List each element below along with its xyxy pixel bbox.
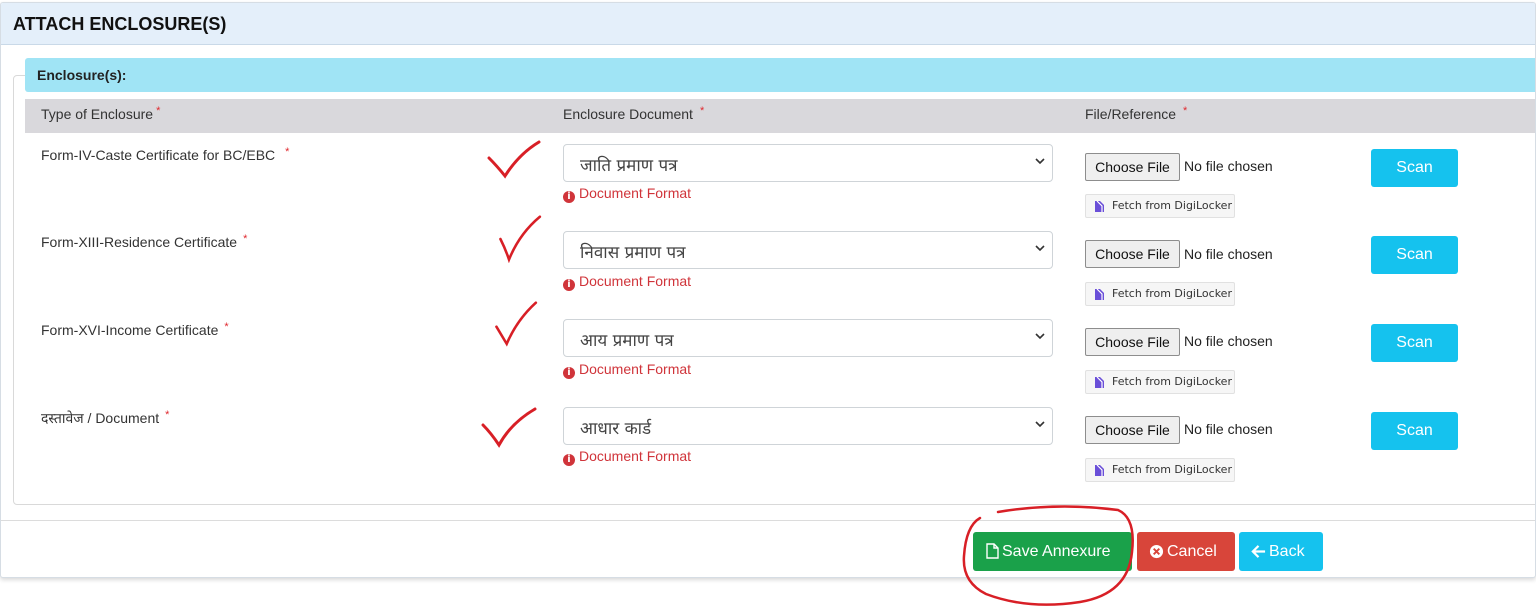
enclosure-document-select[interactable]: निवास प्रमाण पत्र: [563, 231, 1053, 269]
page-title: ATTACH ENCLOSURE(S): [13, 14, 227, 34]
file-status-text: No file chosen: [1184, 421, 1273, 437]
enclosure-type-text: दस्तावेज / Document: [41, 410, 160, 426]
required-mark: *: [285, 146, 290, 158]
footer-divider: [1, 520, 1535, 521]
select-value: आधार कार्ड: [580, 419, 652, 439]
select-value: जाति प्रमाण पत्र: [580, 156, 678, 176]
chevron-down-icon: [1035, 158, 1045, 165]
choose-file-button[interactable]: Choose File: [1085, 153, 1180, 181]
enclosure-document-select[interactable]: आय प्रमाण पत्र: [563, 319, 1053, 357]
enclosure-type-text: Form-XIII-Residence Certificate: [41, 234, 238, 250]
info-circle-icon: i: [563, 279, 575, 291]
column-header-document-label: Enclosure Document: [563, 106, 693, 122]
required-mark: *: [165, 409, 170, 421]
info-circle-icon: i: [563, 191, 575, 203]
column-header-file-label: File/Reference: [1085, 106, 1177, 122]
select-value: निवास प्रमाण पत्र: [580, 243, 686, 263]
select-value: आय प्रमाण पत्र: [580, 331, 674, 351]
column-header-file: File/Reference *: [1085, 105, 1188, 122]
red-checkmark-annotation: [485, 136, 545, 184]
fetch-digilocker-button[interactable]: Fetch from DigiLocker: [1085, 370, 1235, 394]
document-format-label: Document Format: [579, 273, 692, 289]
file-status-text: No file chosen: [1184, 333, 1273, 349]
table-header: Type of Enclosure * Enclosure Document * F…: [25, 99, 1535, 133]
digilocker-label: Fetch from DigiLocker: [1112, 463, 1232, 476]
save-annexure-button[interactable]: Save Annexure: [973, 532, 1132, 571]
column-header-type-label: Type of Enclosure: [41, 106, 154, 122]
document-format-link[interactable]: i Document Format: [563, 448, 691, 466]
arrow-left-icon: [1251, 545, 1266, 558]
fetch-digilocker-button[interactable]: Fetch from DigiLocker: [1085, 194, 1235, 218]
digilocker-icon: [1095, 464, 1104, 476]
document-icon: [986, 543, 999, 559]
enclosure-document-select[interactable]: आधार कार्ड: [563, 407, 1053, 445]
back-button[interactable]: Back: [1239, 532, 1323, 571]
enclosure-type-label: Form-IV-Caste Certificate for BC/EBC *: [41, 146, 290, 163]
digilocker-label: Fetch from DigiLocker: [1112, 199, 1232, 212]
choose-file-button[interactable]: Choose File: [1085, 240, 1180, 268]
times-circle-icon: [1149, 544, 1164, 559]
save-annexure-label: Save Annexure: [1002, 543, 1111, 560]
document-format-link[interactable]: i Document Format: [563, 361, 691, 379]
info-circle-icon: i: [563, 367, 575, 379]
document-format-label: Document Format: [579, 185, 692, 201]
enclosure-type-label: Form-XIII-Residence Certificate *: [41, 233, 248, 250]
choose-file-button[interactable]: Choose File: [1085, 328, 1180, 356]
chevron-down-icon: [1035, 333, 1045, 340]
scan-button[interactable]: Scan: [1371, 324, 1458, 362]
required-mark: *: [1183, 105, 1188, 117]
info-circle-icon: i: [563, 454, 575, 466]
red-checkmark-annotation: [487, 301, 547, 349]
document-format-link[interactable]: i Document Format: [563, 273, 691, 291]
column-header-type: Type of Enclosure *: [41, 105, 161, 122]
scan-button[interactable]: Scan: [1371, 236, 1458, 274]
digilocker-label: Fetch from DigiLocker: [1112, 287, 1232, 300]
enclosure-type-label: दस्तावेज / Document *: [41, 409, 169, 428]
cancel-label: Cancel: [1167, 543, 1217, 560]
digilocker-icon: [1095, 200, 1104, 212]
cancel-button[interactable]: Cancel: [1137, 532, 1235, 571]
required-mark: *: [156, 105, 161, 117]
red-checkmark-annotation: [481, 403, 541, 451]
enclosure-type-label: Form-XVI-Income Certificate *: [41, 321, 229, 338]
fetch-digilocker-button[interactable]: Fetch from DigiLocker: [1085, 458, 1235, 482]
enclosure-document-select[interactable]: जाति प्रमाण पत्र: [563, 144, 1053, 182]
choose-file-button[interactable]: Choose File: [1085, 416, 1180, 444]
fetch-digilocker-button[interactable]: Fetch from DigiLocker: [1085, 282, 1235, 306]
document-format-link[interactable]: i Document Format: [563, 185, 691, 203]
file-status-text: No file chosen: [1184, 158, 1273, 174]
attach-enclosures-card: ATTACH ENCLOSURE(S) Enclosure(s): Type o…: [0, 2, 1536, 578]
digilocker-icon: [1095, 376, 1104, 388]
enclosure-type-text: Form-IV-Caste Certificate for BC/EBC: [41, 147, 276, 163]
scan-button[interactable]: Scan: [1371, 412, 1458, 450]
card-header: ATTACH ENCLOSURE(S): [1, 3, 1535, 45]
chevron-down-icon: [1035, 421, 1045, 428]
column-header-document: Enclosure Document *: [563, 105, 705, 122]
document-format-label: Document Format: [579, 361, 692, 377]
required-mark: *: [243, 233, 248, 245]
digilocker-icon: [1095, 288, 1104, 300]
enclosure-type-text: Form-XVI-Income Certificate: [41, 322, 219, 338]
red-checkmark-annotation: [491, 215, 551, 264]
digilocker-label: Fetch from DigiLocker: [1112, 375, 1232, 388]
chevron-down-icon: [1035, 245, 1045, 252]
required-mark: *: [224, 321, 229, 333]
scan-button[interactable]: Scan: [1371, 149, 1458, 187]
panel-heading-label: Enclosure(s):: [37, 67, 127, 83]
panel-heading: Enclosure(s):: [25, 58, 1535, 92]
file-status-text: No file chosen: [1184, 246, 1273, 262]
required-mark: *: [699, 105, 705, 117]
back-label: Back: [1269, 543, 1305, 560]
document-format-label: Document Format: [579, 448, 692, 464]
